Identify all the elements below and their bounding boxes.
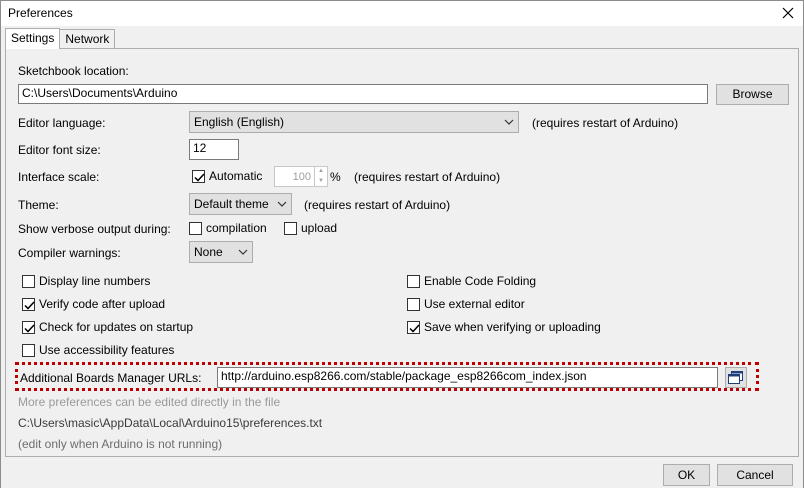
option-label: Display line numbers [39,274,151,288]
verbose-upload-label: upload [301,221,338,235]
font-size-input[interactable]: 12 [189,139,239,160]
verbose-compilation-checkbox[interactable]: compilation [189,221,267,235]
checkbox-box [22,297,35,311]
accessibility-checkbox[interactable]: Use accessibility features [22,343,174,357]
external-editor-checkbox[interactable]: Use external editor [407,297,525,311]
interface-scale-spinner[interactable]: 100 ▲ ▼ [274,166,328,187]
info-line-3: (edit only when Arduino is not running) [18,437,223,451]
preferences-window: Preferences Settings Network Sketchbook … [0,0,804,488]
tab-network[interactable]: Network [59,29,116,49]
title-bar: Preferences [1,1,803,26]
interface-scale-value: 100 [292,170,311,183]
theme-value: Default theme [194,197,269,211]
chevron-down-icon [277,201,287,207]
tab-settings[interactable]: Settings [5,28,61,49]
spinner-up-icon[interactable]: ▲ [315,167,327,177]
checkbox-box [22,274,35,288]
settings-panel: Sketchbook location: C:\Users\Documents\… [5,48,799,457]
checkbox-box [284,221,297,235]
theme-label: Theme: [18,198,59,212]
sketchbook-label: Sketchbook location: [18,64,129,78]
editor-language-select[interactable]: English (English) [189,111,519,133]
edit-urls-button[interactable] [725,367,747,388]
close-button[interactable] [777,2,799,24]
option-label: Check for updates on startup [39,320,194,334]
info-line-1: More preferences can be edited directly … [18,395,281,409]
option-label: Verify code after upload [39,297,166,311]
editor-language-note: (requires restart of Arduino) [532,116,679,130]
checkbox-box [22,320,35,334]
interface-scale-unit: % [330,170,341,184]
automatic-checkbox[interactable]: Automatic [192,169,262,183]
theme-select[interactable]: Default theme [189,193,292,215]
interface-scale-note: (requires restart of Arduino) [354,170,501,184]
checkmark-icon [24,323,35,333]
window-list-icon [728,370,743,384]
checkbox-box [407,320,420,334]
option-label: Save when verifying or uploading [424,320,601,334]
dialog-buttons-bar: OK Cancel [1,458,803,488]
font-size-label: Editor font size: [18,143,101,157]
close-icon [782,7,794,19]
editor-language-label: Editor language: [18,116,106,130]
checkbox-box [189,221,202,235]
checkbox-box [192,169,205,183]
option-label: Use accessibility features [39,343,175,357]
compiler-warnings-select[interactable]: None [189,241,253,263]
display-line-numbers-checkbox[interactable]: Display line numbers [22,274,150,288]
checkmark-icon [24,300,35,310]
interface-scale-label: Interface scale: [18,170,100,184]
checkbox-box [407,297,420,311]
compiler-warnings-label: Compiler warnings: [18,246,121,260]
compiler-warnings-value: None [194,245,223,259]
checkbox-box [407,274,420,288]
chevron-down-icon [504,119,514,125]
spinner-arrows[interactable]: ▲ ▼ [314,167,327,186]
cancel-button[interactable]: Cancel [717,464,793,486]
checkmark-icon [409,323,420,333]
browse-button[interactable]: Browse [716,84,789,105]
chevron-down-icon [238,249,248,255]
verify-after-upload-checkbox[interactable]: Verify code after upload [22,297,165,311]
sketchbook-location-input[interactable]: C:\Users\Documents\Arduino [18,84,708,104]
tab-bar: Settings Network [5,28,116,49]
automatic-label: Automatic [209,169,263,183]
verbose-label: Show verbose output during: [18,222,171,236]
spinner-down-icon[interactable]: ▼ [315,177,327,187]
boards-urls-label: Additional Boards Manager URLs: [20,371,202,385]
code-folding-checkbox[interactable]: Enable Code Folding [407,274,536,288]
check-updates-checkbox[interactable]: Check for updates on startup [22,320,193,334]
option-label: Use external editor [424,297,525,311]
ok-button[interactable]: OK [663,464,710,486]
verbose-compilation-label: compilation [206,221,267,235]
checkmark-icon [194,172,205,182]
theme-note: (requires restart of Arduino) [304,198,451,212]
preferences-file-path[interactable]: C:\Users\masic\AppData\Local\Arduino15\p… [18,416,322,430]
editor-language-value: English (English) [194,115,285,129]
save-when-verifying-checkbox[interactable]: Save when verifying or uploading [407,320,601,334]
option-label: Enable Code Folding [424,274,537,288]
verbose-upload-checkbox[interactable]: upload [284,221,337,235]
checkbox-box [22,343,35,357]
window-title: Preferences [8,6,73,20]
boards-urls-input[interactable]: http://arduino.esp8266.com/stable/packag… [217,367,718,388]
